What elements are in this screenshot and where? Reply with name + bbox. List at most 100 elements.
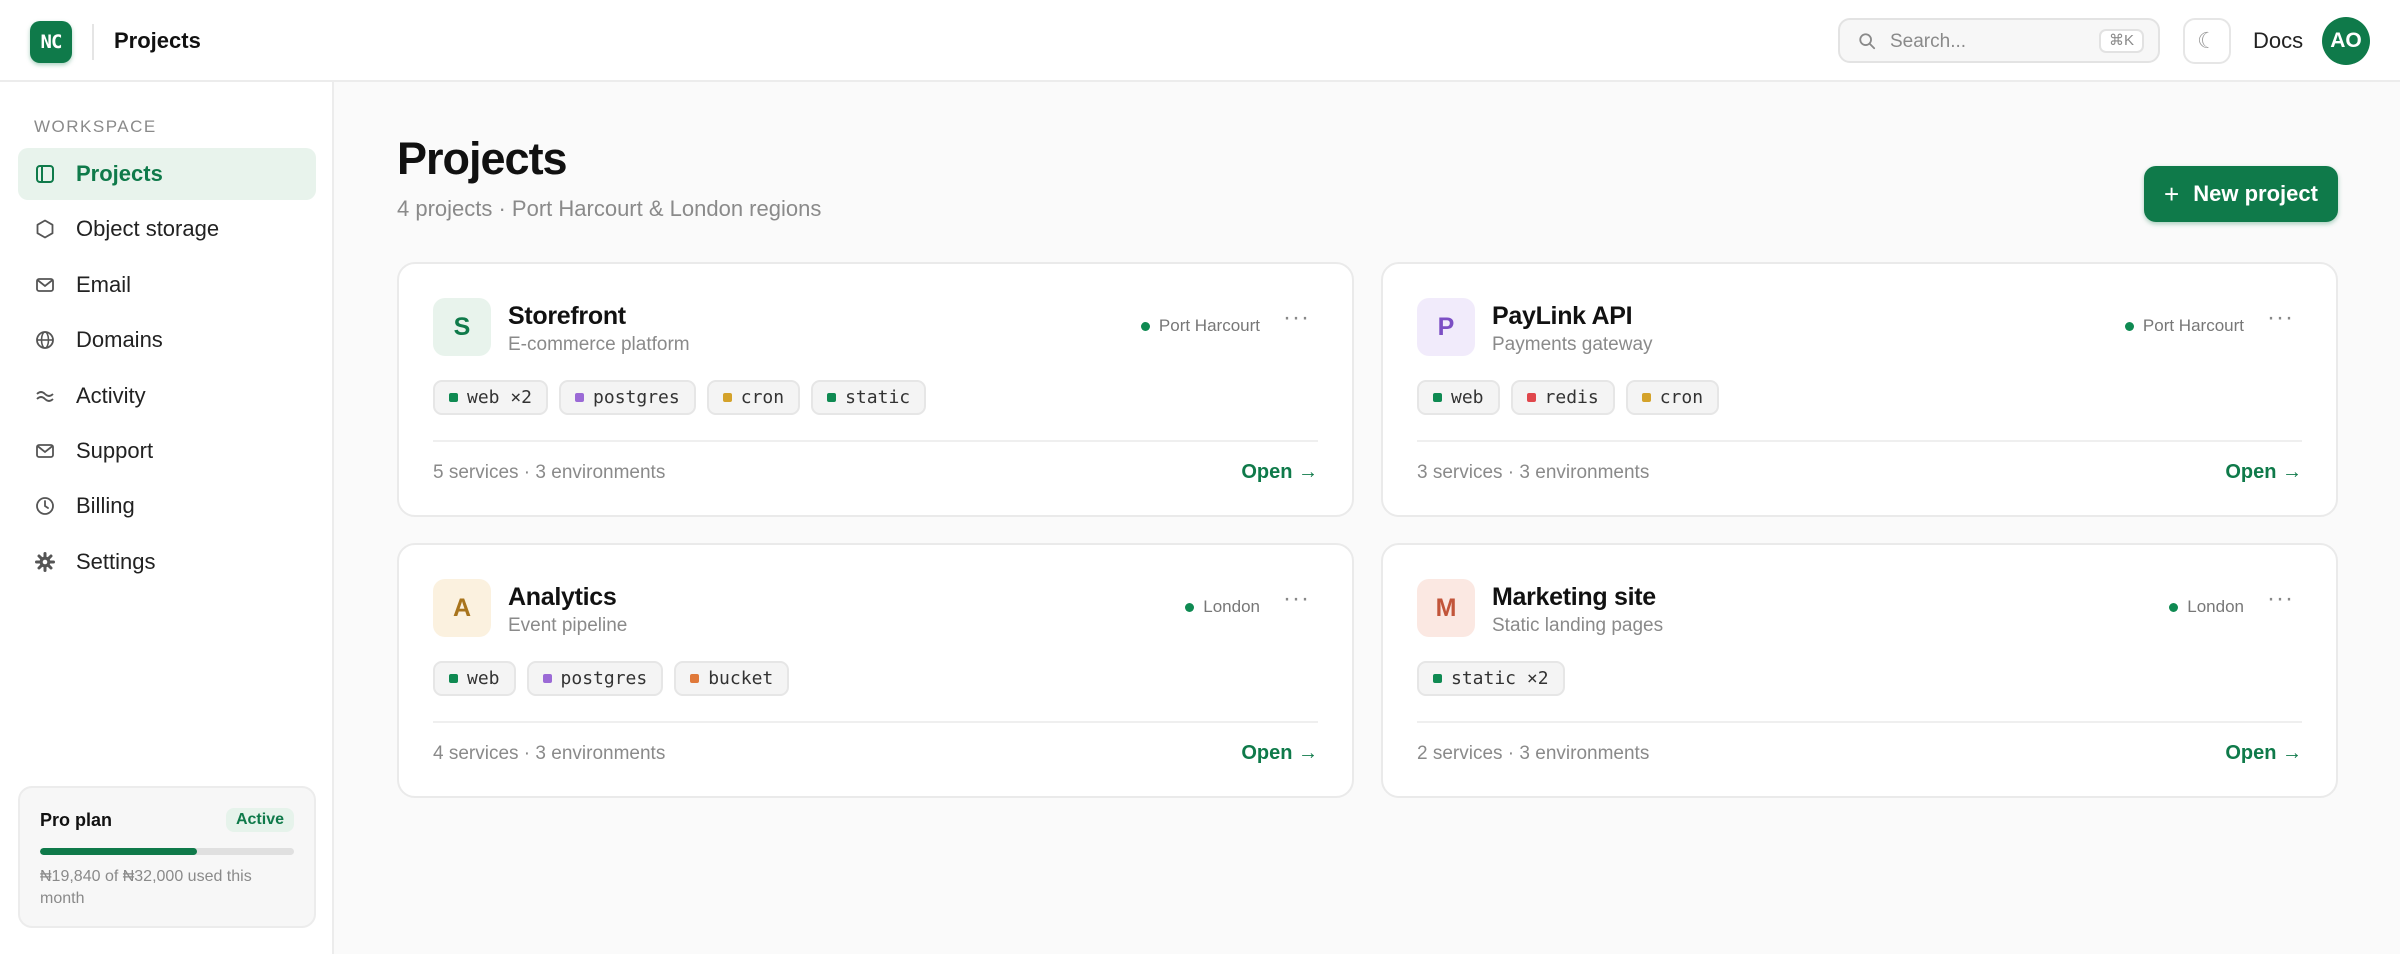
service-dot-icon bbox=[449, 393, 458, 402]
region-badge: Port Harcourt bbox=[1140, 316, 1260, 336]
gear-icon bbox=[34, 551, 56, 573]
service-tag-label: postgres bbox=[560, 668, 648, 689]
region-badge: London bbox=[1185, 597, 1260, 617]
service-dot-icon bbox=[827, 393, 837, 402]
sidebar-item-email[interactable]: Email bbox=[18, 259, 316, 311]
more-options-icon[interactable]: ··· bbox=[1283, 585, 1310, 613]
service-tag: static ×2 bbox=[1417, 661, 1565, 696]
project-description: E-commerce platform bbox=[508, 334, 690, 355]
projects-icon bbox=[34, 163, 56, 185]
project-description: Payments gateway bbox=[1492, 334, 1653, 355]
more-options-icon[interactable]: ··· bbox=[2267, 304, 2294, 332]
open-project-link[interactable]: Open → bbox=[1241, 461, 1318, 484]
service-tag-label: static bbox=[845, 387, 911, 408]
service-tag: cron bbox=[706, 380, 801, 415]
service-tag-label: static ×2 bbox=[1451, 668, 1549, 689]
sidebar-item-projects[interactable]: Projects bbox=[18, 148, 316, 200]
project-avatar: S bbox=[433, 298, 491, 356]
project-card[interactable]: A Analytics Event pipeline London ··· we… bbox=[397, 543, 1354, 798]
card-divider bbox=[1417, 721, 2302, 723]
service-tag-label: bucket bbox=[708, 668, 774, 689]
service-dot-icon bbox=[575, 393, 585, 402]
service-dot-icon bbox=[722, 393, 732, 402]
search-shortcut: ⌘K bbox=[2098, 29, 2144, 53]
status-dot-icon bbox=[2124, 321, 2134, 331]
mail-icon bbox=[34, 440, 56, 462]
sidebar-item-label: Settings bbox=[76, 548, 156, 574]
page-title: Projects bbox=[397, 133, 568, 184]
hexagon-icon bbox=[34, 218, 56, 240]
service-tag: web bbox=[433, 661, 516, 696]
new-project-button[interactable]: + New project bbox=[2144, 166, 2338, 222]
service-tag-label: web bbox=[467, 668, 500, 689]
service-dot-icon bbox=[542, 674, 552, 683]
plan-usage-fill bbox=[40, 848, 198, 855]
sidebar-item-activity[interactable]: Activity bbox=[18, 370, 316, 422]
project-card[interactable]: P PayLink API Payments gateway Port Harc… bbox=[1381, 262, 2338, 517]
service-tags: web redis cron bbox=[1417, 380, 1730, 415]
sidebar-item-billing[interactable]: Billing bbox=[18, 480, 316, 532]
service-tag: bucket bbox=[674, 661, 790, 696]
card-divider bbox=[433, 721, 1318, 723]
avatar[interactable]: AO bbox=[2322, 17, 2370, 65]
service-tag-label: web bbox=[1451, 387, 1484, 408]
sidebar-item-settings[interactable]: Settings bbox=[18, 536, 316, 588]
service-dot-icon bbox=[690, 674, 700, 683]
plan-card: Pro plan Active ₦19,840 of ₦32,000 used … bbox=[18, 786, 316, 928]
more-options-icon[interactable]: ··· bbox=[1283, 304, 1310, 332]
project-meta: 5 services · 3 environments bbox=[433, 462, 666, 483]
more-options-icon[interactable]: ··· bbox=[2267, 585, 2294, 613]
logo[interactable]: NC bbox=[30, 21, 72, 63]
workspace-label: WORKSPACE bbox=[34, 117, 157, 136]
open-project-link[interactable]: Open → bbox=[2225, 742, 2302, 765]
service-tag: postgres bbox=[559, 380, 696, 415]
theme-toggle-button[interactable]: ☾ bbox=[2183, 18, 2231, 64]
header-divider bbox=[92, 24, 94, 60]
service-tag-label: web ×2 bbox=[467, 387, 533, 408]
region-label: Port Harcourt bbox=[1158, 316, 1260, 335]
project-meta: 3 services · 3 environments bbox=[1417, 462, 1650, 483]
project-meta: 4 services · 3 environments bbox=[433, 743, 666, 764]
card-divider bbox=[433, 440, 1318, 442]
project-card[interactable]: M Marketing site Static landing pages Lo… bbox=[1381, 543, 2338, 798]
open-project-link[interactable]: Open → bbox=[2225, 461, 2302, 484]
sidebar-item-object-storage[interactable]: Object storage bbox=[18, 203, 316, 255]
plan-status-badge: Active bbox=[225, 808, 294, 832]
plan-usage-bar bbox=[40, 848, 294, 855]
service-dot-icon bbox=[1433, 674, 1442, 683]
project-meta: 2 services · 3 environments bbox=[1417, 743, 1650, 764]
sidebar-item-label: Email bbox=[76, 271, 132, 297]
service-tags: web ×2 postgres cron static bbox=[433, 380, 937, 415]
mail-icon bbox=[34, 274, 56, 296]
region-label: Port Harcourt bbox=[2142, 316, 2244, 335]
sidebar-item-domains[interactable]: Domains bbox=[18, 314, 316, 366]
search-placeholder: Search... bbox=[1890, 31, 1967, 52]
status-dot-icon bbox=[2169, 602, 2179, 612]
new-project-label: New project bbox=[2193, 181, 2318, 206]
service-dot-icon bbox=[449, 674, 458, 683]
region-badge: London bbox=[2169, 597, 2244, 617]
service-tags: web postgres bucket bbox=[433, 661, 800, 696]
project-name: Analytics bbox=[508, 583, 617, 611]
project-description: Static landing pages bbox=[1492, 615, 1664, 636]
project-avatar: P bbox=[1417, 298, 1475, 356]
service-tag-label: postgres bbox=[593, 387, 680, 408]
page-subtitle: 4 projects · Port Harcourt & London regi… bbox=[397, 196, 822, 221]
region-badge: Port Harcourt bbox=[2124, 316, 2244, 336]
status-dot-icon bbox=[1140, 321, 1150, 331]
card-divider bbox=[1417, 440, 2302, 442]
sidebar: WORKSPACE Projects Object storage Email … bbox=[0, 82, 334, 954]
service-tag: web ×2 bbox=[433, 380, 549, 415]
project-name: Marketing site bbox=[1492, 583, 1656, 611]
docs-link[interactable]: Docs bbox=[2253, 28, 2303, 54]
sidebar-item-label: Domains bbox=[76, 327, 163, 353]
sidebar-item-label: Projects bbox=[76, 161, 163, 186]
sidebar-item-label: Billing bbox=[76, 493, 135, 519]
sidebar-item-support[interactable]: Support bbox=[18, 425, 316, 477]
search-input[interactable]: Search... ⌘K bbox=[1838, 18, 2160, 63]
service-tag: redis bbox=[1510, 380, 1615, 415]
plan-name: Pro plan bbox=[40, 810, 113, 830]
project-name: Storefront bbox=[508, 302, 626, 330]
open-project-link[interactable]: Open → bbox=[1241, 742, 1318, 765]
project-card[interactable]: S Storefront E-commerce platform Port Ha… bbox=[397, 262, 1354, 517]
